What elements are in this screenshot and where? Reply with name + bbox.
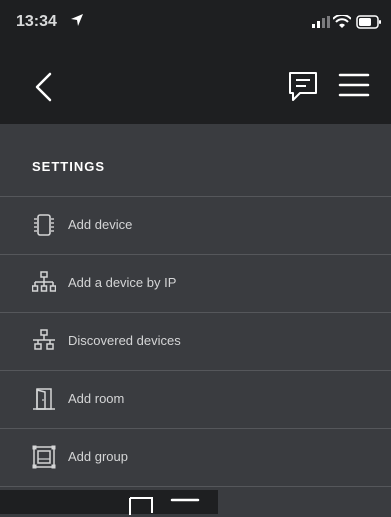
battery-icon bbox=[356, 15, 381, 29]
settings-item-label: Add group bbox=[68, 449, 128, 464]
signal-icon bbox=[312, 16, 330, 28]
settings-item-label: Add room bbox=[68, 391, 125, 406]
settings-item-add-device[interactable]: Add device bbox=[0, 197, 391, 254]
settings-item-discovered-devices[interactable]: Discovered devices bbox=[0, 313, 391, 370]
settings-title: SETTINGS bbox=[32, 159, 106, 174]
status-time: 13:34 bbox=[16, 13, 57, 30]
hamburger-menu-icon bbox=[170, 498, 200, 502]
settings-item-label: Discovered devices bbox=[68, 333, 181, 348]
settings-item-label: Add a device by IP bbox=[68, 275, 177, 290]
chat-icon[interactable] bbox=[286, 69, 320, 103]
nav-bar bbox=[0, 52, 391, 124]
group-icon bbox=[32, 445, 56, 469]
network-discovered-icon bbox=[33, 329, 55, 350]
door-icon bbox=[33, 388, 55, 410]
settings-item-label: Add device bbox=[68, 217, 133, 232]
back-chevron-icon[interactable] bbox=[32, 71, 54, 103]
settings-item-add-device-by-ip[interactable]: Add a device by IP bbox=[0, 255, 391, 312]
chat-icon bbox=[129, 497, 153, 515]
wifi-icon bbox=[333, 15, 351, 28]
settings-item-add-group[interactable]: Add group bbox=[0, 429, 391, 486]
hamburger-menu-icon[interactable] bbox=[338, 71, 370, 99]
device-icon bbox=[34, 214, 54, 236]
divider bbox=[0, 486, 391, 487]
network-tree-icon bbox=[32, 271, 56, 292]
location-arrow-icon bbox=[71, 14, 83, 26]
settings-item-add-room[interactable]: Add room bbox=[0, 371, 391, 428]
